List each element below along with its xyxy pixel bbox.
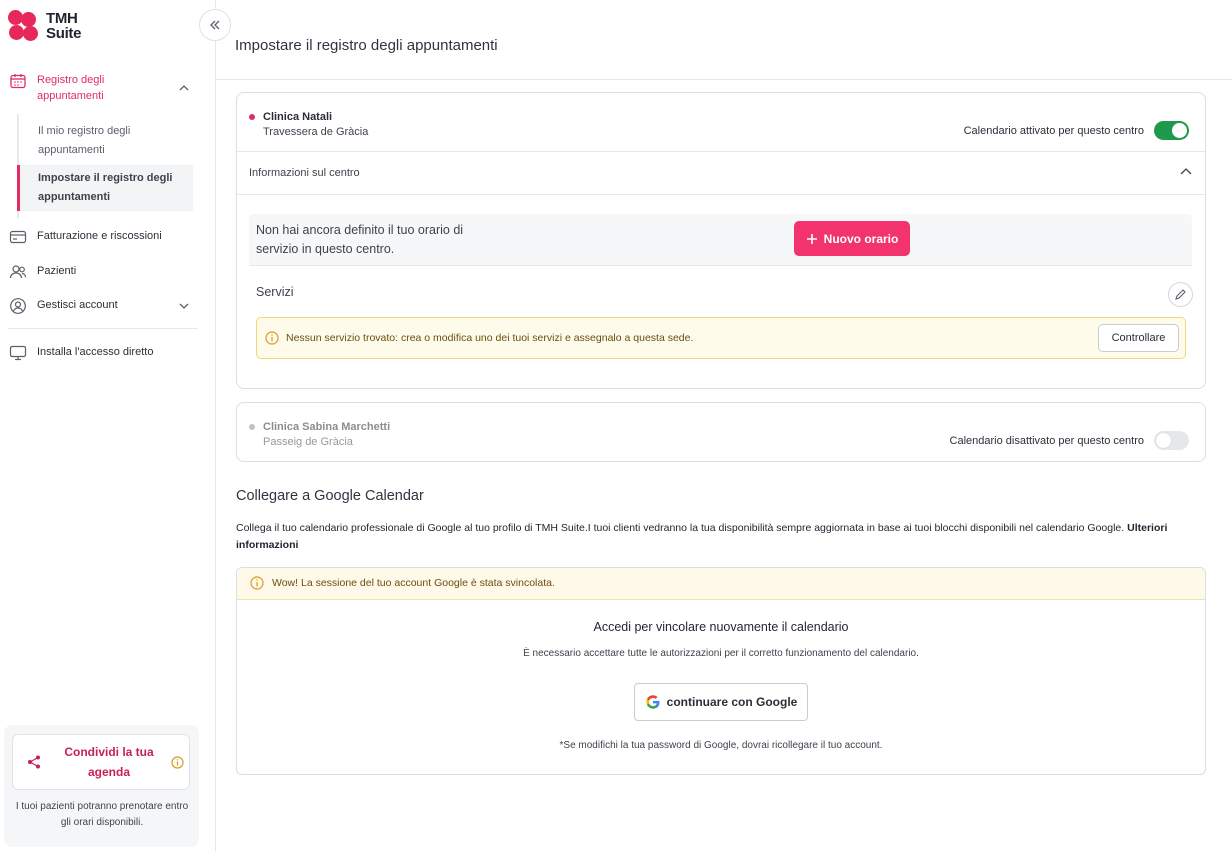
logo-icon <box>8 10 40 42</box>
google-connect-card: Wow! La sessione del tuo account Google … <box>236 567 1206 775</box>
calendar-toggle[interactable] <box>1154 431 1189 450</box>
sidebar-item-label: Registro degli appuntamenti <box>37 74 105 102</box>
user-circle-icon <box>10 298 26 314</box>
pencil-icon <box>1175 289 1186 300</box>
sidebar-subitem-impostare[interactable]: Impostare il registro degli appuntamenti <box>17 165 193 211</box>
services-label: Servizi <box>256 285 294 299</box>
clinic-header: Clinica Sabina Marchetti Passeig de Gràc… <box>249 419 390 448</box>
brand-line1: TMH <box>46 10 78 27</box>
clinic-name: Clinica Natali <box>263 111 333 123</box>
title-divider <box>216 79 1232 80</box>
sidebar-item-label: Pazienti <box>37 265 77 277</box>
schedule-panel: Non hai ancora definito il tuo orario di… <box>249 214 1192 266</box>
sidebar-item-install[interactable]: Installa l'accesso diretto <box>0 344 200 362</box>
sidebar-subitem-mio-registro[interactable]: Il mio registro degli appuntamenti <box>19 118 195 164</box>
calendar-icon <box>10 74 26 89</box>
edit-services-button[interactable] <box>1168 282 1193 307</box>
sidebar-item-fatturazione[interactable]: Fatturazione e riscossioni <box>0 228 200 246</box>
no-services-alert: Nessun servizio trovato: crea o modifica… <box>256 317 1186 359</box>
accordion-label: Informazioni sul centro <box>249 167 360 179</box>
page-title: Impostare il registro degli appuntamenti <box>235 37 498 54</box>
calendar-toggle[interactable] <box>1154 121 1189 140</box>
clinic-address: Passeig de Gràcia <box>263 436 353 448</box>
google-note: *Se modifichi la tua password di Google,… <box>559 740 883 751</box>
plus-icon <box>806 233 817 244</box>
sidebar: TMH Suite Registro degli appuntamenti Il… <box>0 0 216 851</box>
new-schedule-label: Nuovo orario <box>823 231 899 246</box>
share-agenda-description: I tuoi pazienti potranno prenotare entro… <box>15 801 189 828</box>
brand-line2: Suite <box>46 25 82 42</box>
main-content: Impostare il registro degli appuntamenti… <box>216 0 1232 851</box>
controllare-button[interactable]: Controllare <box>1098 324 1179 352</box>
status-dot <box>249 113 255 120</box>
double-chevron-left-icon <box>210 20 220 30</box>
clinic-address: Travessera de Gràcia <box>263 126 369 138</box>
info-icon[interactable] <box>171 755 184 769</box>
google-section-title: Collegare a Google Calendar <box>236 488 424 504</box>
new-schedule-button[interactable]: Nuovo orario <box>794 221 910 256</box>
share-icon <box>28 755 40 769</box>
google-icon <box>645 695 660 709</box>
share-agenda-panel: Condividi la tua agenda I tuoi pazienti … <box>4 725 199 847</box>
info-centro-accordion[interactable]: Informazioni sul centro <box>237 151 1205 195</box>
clinic-card-marchetti: Clinica Sabina Marchetti Passeig de Gràc… <box>236 402 1206 462</box>
brand-logo[interactable]: TMH Suite <box>8 10 81 42</box>
continue-with-google-button[interactable]: continuare con Google <box>634 683 808 721</box>
sidebar-item-registro[interactable]: Registro degli appuntamenti <box>0 72 200 104</box>
share-agenda-label: Condividi la tua agenda <box>64 745 154 779</box>
chevron-down-icon <box>179 303 189 309</box>
clinic-header: Clinica Natali Travessera de Gràcia <box>249 109 368 138</box>
sidebar-item-label: Installa l'accesso diretto <box>37 346 154 358</box>
schedule-empty-text: Non hai ancora definito il tuo orario di… <box>256 223 464 256</box>
sidebar-item-label: Fatturazione e riscossioni <box>37 230 162 242</box>
clinic-name: Clinica Sabina Marchetti <box>263 421 391 433</box>
users-icon <box>9 265 27 279</box>
google-subtext: È necessario accettare tutte le autorizz… <box>523 648 919 659</box>
collapse-sidebar-button[interactable] <box>199 9 231 41</box>
clinic-card-natali: Clinica Natali Travessera de Gràcia Cale… <box>236 92 1206 389</box>
sidebar-divider <box>8 328 198 329</box>
info-icon <box>265 331 279 345</box>
credit-card-icon <box>9 230 27 244</box>
chevron-up-icon <box>1180 168 1192 175</box>
sidebar-item-pazienti[interactable]: Pazienti <box>0 263 200 281</box>
google-warning-banner: Wow! La sessione del tuo account Google … <box>237 568 1205 600</box>
google-description: Collega il tuo calendario professionale … <box>236 522 1168 551</box>
status-dot <box>249 423 255 430</box>
sidebar-item-gestisci-account[interactable]: Gestisci account <box>0 297 200 315</box>
monitor-icon <box>9 345 27 361</box>
submenu: Il mio registro degli appuntamenti Impos… <box>17 114 193 218</box>
share-agenda-button[interactable]: Condividi la tua agenda <box>12 734 190 790</box>
sidebar-item-label: Gestisci account <box>37 299 118 311</box>
google-button-label: continuare con Google <box>666 695 798 709</box>
calendar-toggle-label: Calendario disattivato per questo centro <box>949 434 1144 447</box>
info-icon <box>250 576 264 590</box>
chevron-up-icon <box>179 85 189 91</box>
calendar-toggle-label: Calendario attivato per questo centro <box>963 124 1144 137</box>
warning-text: Wow! La sessione del tuo account Google … <box>272 577 555 589</box>
alert-text: Nessun servizio trovato: crea o modifica… <box>286 332 694 344</box>
google-heading: Accedi per vincolare nuovamente il calen… <box>593 620 849 634</box>
